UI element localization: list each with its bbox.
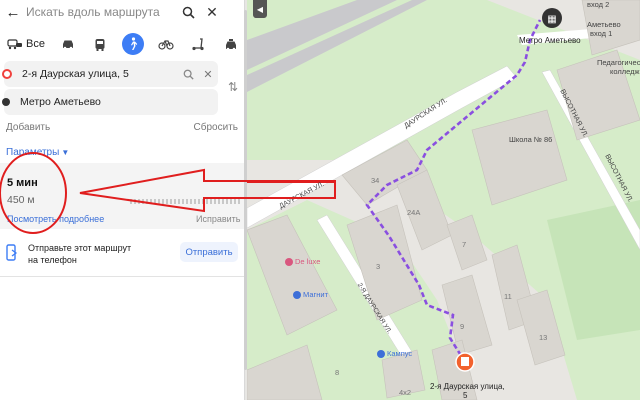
add-point-button[interactable]: Добавить <box>6 122 50 133</box>
route-option-card[interactable]: 5 мин 450 м Посмотреть подробнее Исправи… <box>0 163 245 229</box>
building-pin-icon <box>461 357 469 366</box>
metro-entrance-1-label-b: вход 1 <box>590 29 613 38</box>
college-label-1: Педагогический <box>597 58 640 67</box>
poi-kampus[interactable]: Кампус <box>377 349 412 358</box>
point-actions: Добавить Сбросить <box>6 122 238 133</box>
phone-icon <box>6 244 18 261</box>
parameters-label: Параметры <box>6 147 60 158</box>
metro-entrance-1-label-a: Аметьево <box>587 20 621 29</box>
send-line-1: Отправьте этот маршрут <box>28 243 132 253</box>
house-number: 11 <box>504 292 512 301</box>
college-label-2: колледж <box>610 67 640 76</box>
grocery-icon <box>293 290 301 299</box>
shop-icon <box>285 257 293 266</box>
send-line-2: на телефон <box>28 255 77 265</box>
parameters-button[interactable]: Параметры ▼ <box>6 147 69 158</box>
mode-walk-button[interactable] <box>121 33 144 55</box>
route-point-to-text: Метро Аметьево <box>20 96 101 108</box>
map-svg: ▦ <box>247 0 640 400</box>
mode-bus-button[interactable] <box>89 33 111 55</box>
bus-icon <box>95 38 105 51</box>
mode-bike-button[interactable] <box>155 33 177 55</box>
metro-entrance-2-label: вход 2 <box>587 0 610 9</box>
car-icon <box>62 40 73 50</box>
route-point-to[interactable]: Метро Аметьево <box>2 89 218 115</box>
metro-marker-glyph: ▦ <box>547 14 556 25</box>
start-point-icon <box>2 69 12 79</box>
store-icon <box>377 349 385 358</box>
poi-kampus-label: Кампус <box>387 349 413 358</box>
house-number: 4х2 <box>399 388 412 397</box>
mode-scooter-button[interactable] <box>187 33 209 55</box>
pedestrian-icon <box>130 37 138 50</box>
send-description: Отправьте этот маршрут на телефон <box>28 242 158 266</box>
back-arrow-icon[interactable]: ← <box>0 1 26 23</box>
reset-button[interactable]: Сбросить <box>194 122 238 133</box>
transport-modes: Все <box>6 33 242 55</box>
route-details-link[interactable]: Посмотреть подробнее <box>7 214 104 224</box>
taxi-icon <box>225 38 236 50</box>
house-number: 13 <box>539 333 548 342</box>
poi-deluxe-label: De luxe <box>295 257 321 266</box>
chevron-down-icon: ▼ <box>61 148 70 157</box>
house-number: 9 <box>460 322 465 331</box>
route-fix-link[interactable]: Исправить <box>196 214 240 224</box>
destination-label-1: 2-я Даурская улица, <box>430 382 505 391</box>
scooter-icon <box>192 37 204 50</box>
map-canvas[interactable]: ▦ ДАУРСКАЯ УЛ. ДАУРСКАЯ УЛ. ВЫСОТНАЯ УЛ.… <box>247 0 640 400</box>
house-number: 8 <box>335 368 340 377</box>
bicycle-icon <box>158 40 174 50</box>
route-time: 5 мин <box>7 177 38 189</box>
search-input[interactable] <box>26 5 176 19</box>
route-point-from[interactable]: 2-я Даурская улица, 5 ✕ <box>2 61 218 87</box>
route-sidebar: ← ✕ Все 2-я Даурская улица <box>0 0 245 400</box>
route-point-from-text: 2-я Даурская улица, 5 <box>22 68 129 80</box>
collapse-sidebar-icon[interactable]: ◀ <box>253 0 267 18</box>
search-point-icon[interactable] <box>178 64 198 84</box>
mode-all-button[interactable]: Все <box>6 33 46 55</box>
send-button[interactable]: Отправить <box>180 242 238 262</box>
poi-magnit[interactable]: Магнит <box>293 290 328 299</box>
metro-stop-label: Метро Аметьево <box>519 36 581 45</box>
route-distance: 450 м <box>7 194 35 206</box>
school-label: Школа № 86 <box>509 135 553 144</box>
poi-deluxe[interactable]: De luxe <box>285 257 320 266</box>
poi-magnit-label: Магнит <box>303 290 329 299</box>
search-bar: ← ✕ <box>0 0 245 24</box>
house-number: 7 <box>462 240 467 249</box>
search-icon[interactable] <box>176 1 200 23</box>
mode-taxi-button[interactable] <box>220 33 242 55</box>
mode-car-button[interactable] <box>57 33 79 55</box>
house-number: 34 <box>371 176 380 185</box>
house-number: 3 <box>376 262 381 271</box>
destination-label-2: 5 <box>463 391 468 400</box>
end-point-icon <box>2 98 10 106</box>
swap-points-icon[interactable]: ⇅ <box>226 79 240 95</box>
divider <box>0 276 245 277</box>
send-to-phone: Отправьте этот маршрут на телефон Отправ… <box>0 236 245 272</box>
mode-all-label: Все <box>26 38 45 50</box>
clear-point-icon[interactable]: ✕ <box>198 64 218 84</box>
house-number: 24А <box>407 208 421 217</box>
close-icon[interactable]: ✕ <box>200 1 224 23</box>
route-profile-bar <box>130 199 240 204</box>
multimodal-icon <box>7 39 23 50</box>
